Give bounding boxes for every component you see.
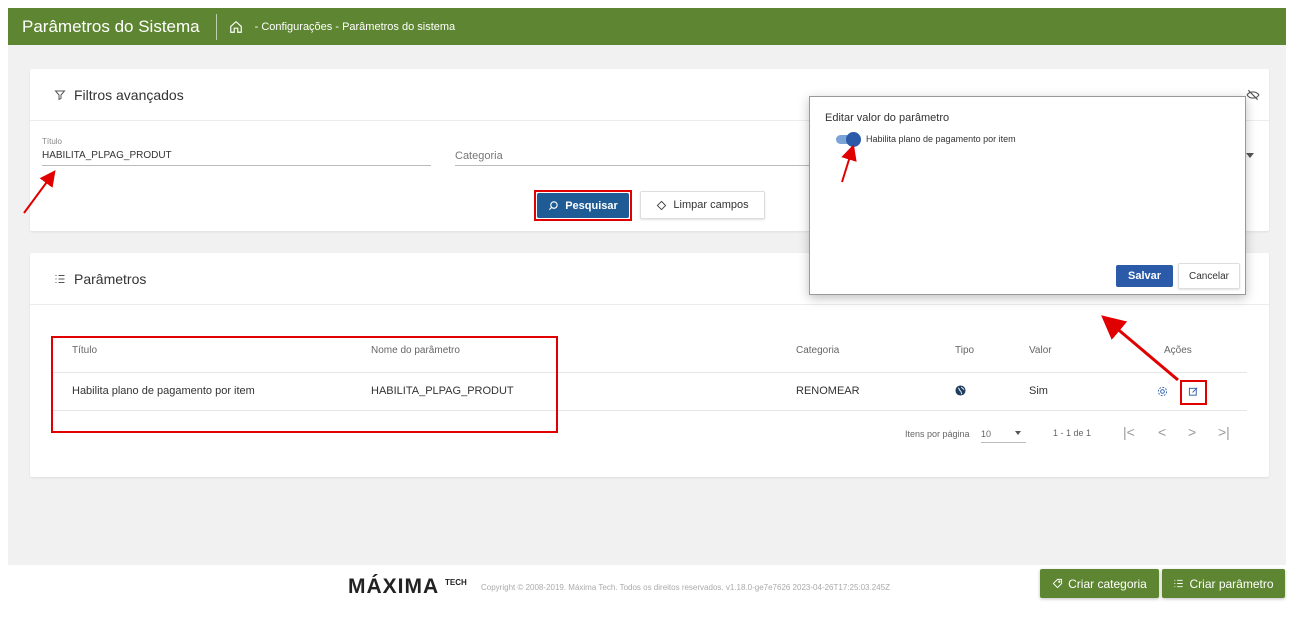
col-header-tipo[interactable]: Tipo	[955, 345, 974, 356]
params-title: Parâmetros	[74, 270, 147, 287]
col-header-acoes: Ações	[1164, 345, 1192, 356]
clear-fields-button[interactable]: Limpar campos	[640, 191, 765, 219]
toggle-switch[interactable]	[846, 132, 861, 147]
clear-fields-label: Limpar campos	[673, 199, 749, 211]
page-size-underline	[981, 442, 1026, 443]
last-page-button[interactable]: >|	[1218, 424, 1230, 440]
highlight-search-button	[534, 190, 632, 221]
categoria-underline	[455, 165, 825, 166]
page-size-arrow-icon[interactable]	[1015, 431, 1021, 435]
tag-icon	[1052, 578, 1063, 589]
filters-title: Filtros avançados	[74, 86, 184, 103]
filter-icon	[54, 90, 66, 100]
highlight-edit-button	[1180, 380, 1207, 405]
titulo-input[interactable]: HABILITA_PLPAG_PRODUT	[42, 150, 172, 161]
page-size-select[interactable]: 10	[981, 429, 991, 439]
dropdown-arrow-icon[interactable]	[1246, 153, 1254, 158]
save-button-label: Salvar	[1127, 270, 1162, 282]
create-category-label: Criar categoria	[1068, 576, 1147, 591]
maxima-logo: MÁXIMA	[348, 575, 440, 598]
page-range: 1 - 1 de 1	[1053, 428, 1092, 438]
list-add-icon	[1174, 579, 1184, 588]
globe-icon	[955, 385, 966, 396]
toggle-label: Habilita plano de pagamento por item	[866, 134, 1016, 144]
items-per-page-label: Itens por página	[905, 429, 970, 439]
settings-icon[interactable]	[1157, 386, 1168, 397]
copyright-text: Copyright © 2008-2019. Máxima Tech. Todo…	[481, 583, 890, 592]
dialog-title: Editar valor do parâmetro	[825, 112, 950, 124]
create-parameter-label: Criar parâmetro	[1189, 576, 1274, 591]
visibility-off-icon[interactable]	[1246, 89, 1260, 101]
app-title: Parâmetros do Sistema	[8, 13, 217, 40]
col-header-categoria[interactable]: Categoria	[796, 345, 839, 356]
titulo-label: Título	[42, 137, 63, 146]
app-header: Parâmetros do Sistema - Configurações - …	[8, 8, 1286, 45]
create-parameter-button[interactable]: Criar parâmetro	[1162, 569, 1285, 598]
categoria-select[interactable]: Categoria	[455, 150, 503, 162]
col-header-valor[interactable]: Valor	[1029, 345, 1052, 356]
cancel-button[interactable]: Cancelar	[1178, 263, 1240, 289]
save-button[interactable]: Salvar	[1116, 265, 1173, 287]
titulo-underline	[42, 165, 431, 166]
prev-page-button[interactable]: <	[1158, 424, 1166, 440]
breadcrumb: - Configurações - Parâmetros do sistema	[254, 20, 456, 33]
cell-valor: Sim	[1029, 385, 1048, 397]
tech-logo-suffix: TECH	[445, 578, 467, 587]
first-page-button[interactable]: |<	[1123, 424, 1135, 440]
edit-parameter-dialog: Editar valor do parâmetro Habilita plano…	[809, 96, 1246, 295]
list-icon	[55, 274, 65, 283]
home-icon[interactable]	[229, 19, 245, 35]
cancel-button-label: Cancelar	[1188, 270, 1230, 282]
eraser-icon	[657, 200, 667, 210]
highlight-table-row	[51, 336, 558, 433]
create-category-button[interactable]: Criar categoria	[1040, 569, 1159, 598]
next-page-button[interactable]: >	[1188, 424, 1196, 440]
cell-categoria: RENOMEAR	[796, 385, 860, 397]
